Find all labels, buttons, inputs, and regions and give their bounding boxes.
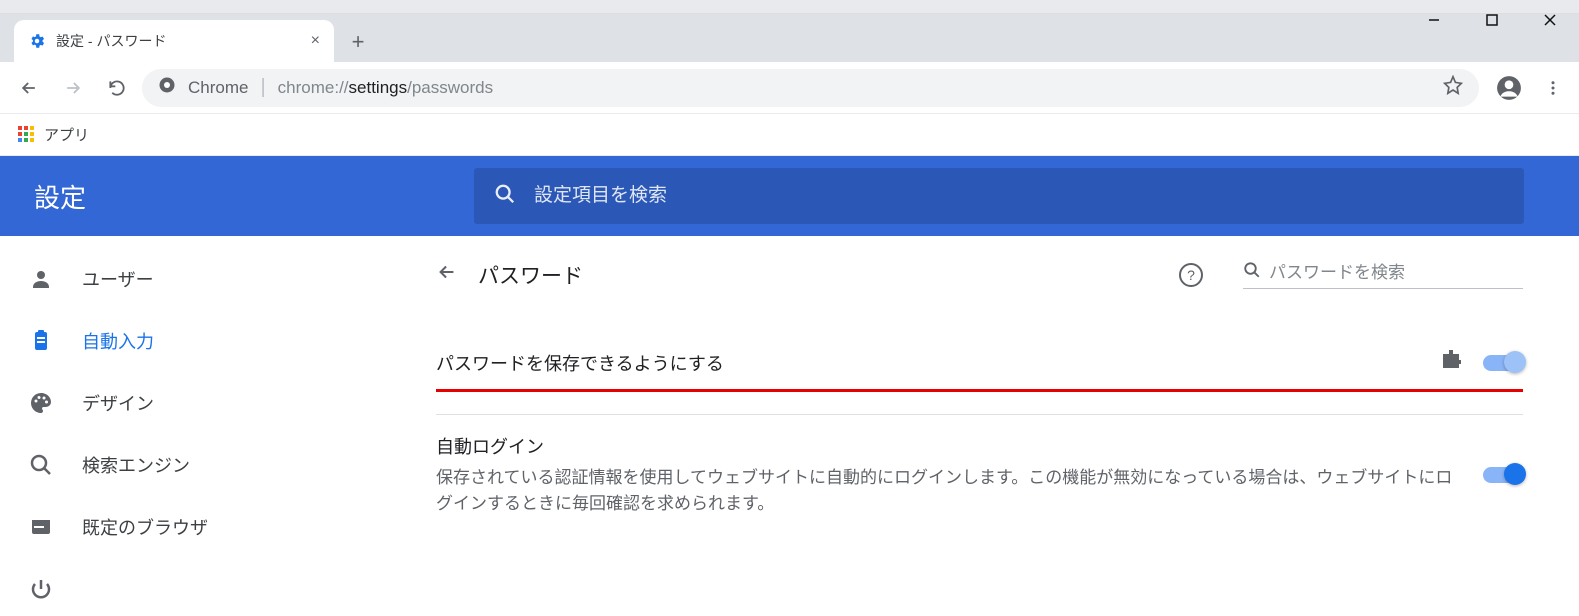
sidebar-item-label: ユーザー [82, 266, 154, 292]
sidebar-item-more[interactable] [0, 558, 380, 616]
apps-grid-icon [18, 126, 36, 144]
star-icon[interactable] [1443, 75, 1463, 100]
page-header: パスワード ? [436, 260, 1523, 290]
reload-button[interactable] [98, 69, 136, 107]
sidebar-item-label: 検索エンジン [82, 452, 190, 478]
settings-search-input[interactable] [534, 185, 1504, 207]
chrome-icon [158, 76, 176, 99]
clipboard-icon [28, 329, 54, 353]
extension-icon[interactable] [1439, 348, 1463, 377]
page-title: パスワード [478, 260, 1159, 290]
window-titlebar [0, 0, 1579, 14]
settings-main: パスワード ? パスワードを保存できるようにする 自動ログイン 保存されている認… [380, 236, 1579, 616]
search-icon [28, 453, 54, 477]
bookmarks-bar: アプリ [0, 114, 1579, 156]
settings-search[interactable] [474, 168, 1524, 224]
new-tab-button[interactable]: + [342, 26, 374, 58]
sidebar-item-label: 自動入力 [82, 328, 154, 354]
palette-icon [28, 391, 54, 415]
window-close-button[interactable] [1521, 0, 1579, 40]
password-search[interactable] [1243, 261, 1523, 289]
apps-label: アプリ [44, 124, 89, 145]
password-search-input[interactable] [1269, 263, 1523, 283]
window-maximize-button[interactable] [1463, 0, 1521, 40]
tab-strip: 設定 - パスワード × + [0, 14, 1579, 62]
setting-description: 保存されている認証情報を使用してウェブサイトに自動的にログインします。この機能が… [436, 465, 1463, 516]
sidebar-item-autofill[interactable]: 自動入力 [0, 310, 380, 372]
sidebar-item-user[interactable]: ユーザー [0, 248, 380, 310]
back-button[interactable] [10, 69, 48, 107]
close-tab-icon[interactable]: × [311, 32, 320, 50]
window-minimize-button[interactable] [1405, 0, 1463, 40]
profile-icon[interactable] [1493, 72, 1525, 104]
forward-button[interactable] [54, 69, 92, 107]
setting-title: パスワードを保存できるようにする [436, 350, 1419, 376]
apps-shortcut[interactable]: アプリ [18, 124, 89, 145]
browser-toolbar: Chrome | chrome://settings/passwords [0, 62, 1579, 114]
settings-header: 設定 [0, 156, 1579, 236]
help-icon[interactable]: ? [1179, 263, 1203, 287]
sidebar-item-default-browser[interactable]: 既定のブラウザ [0, 496, 380, 558]
back-arrow-icon[interactable] [436, 261, 458, 289]
browser-icon [28, 515, 54, 539]
power-icon [28, 577, 54, 601]
menu-icon[interactable] [1537, 72, 1569, 104]
settings-header-title: 設定 [34, 178, 86, 215]
sidebar-item-label: デザイン [82, 390, 154, 416]
address-text: Chrome | chrome://settings/passwords [188, 76, 493, 99]
tab-title: 設定 - パスワード [56, 31, 301, 51]
toggle-auto-signin[interactable] [1483, 467, 1523, 483]
sidebar-item-appearance[interactable]: デザイン [0, 372, 380, 434]
browser-tab[interactable]: 設定 - パスワード × [14, 20, 334, 62]
search-icon [1243, 261, 1261, 284]
settings-sidebar: ユーザー 自動入力 デザイン 検索エンジン 既定のブラウザ [0, 236, 380, 616]
setting-title: 自動ログイン [436, 433, 1463, 459]
setting-save-passwords: パスワードを保存できるようにする [436, 330, 1523, 392]
search-icon [494, 183, 516, 210]
sidebar-item-search-engine[interactable]: 検索エンジン [0, 434, 380, 496]
toggle-save-passwords[interactable] [1483, 355, 1523, 371]
setting-auto-signin: 自動ログイン 保存されている認証情報を使用してウェブサイトに自動的にログインしま… [436, 415, 1523, 528]
address-bar[interactable]: Chrome | chrome://settings/passwords [142, 69, 1479, 107]
gear-icon [28, 32, 46, 50]
sidebar-item-label: 既定のブラウザ [82, 514, 208, 540]
person-icon [28, 267, 54, 291]
